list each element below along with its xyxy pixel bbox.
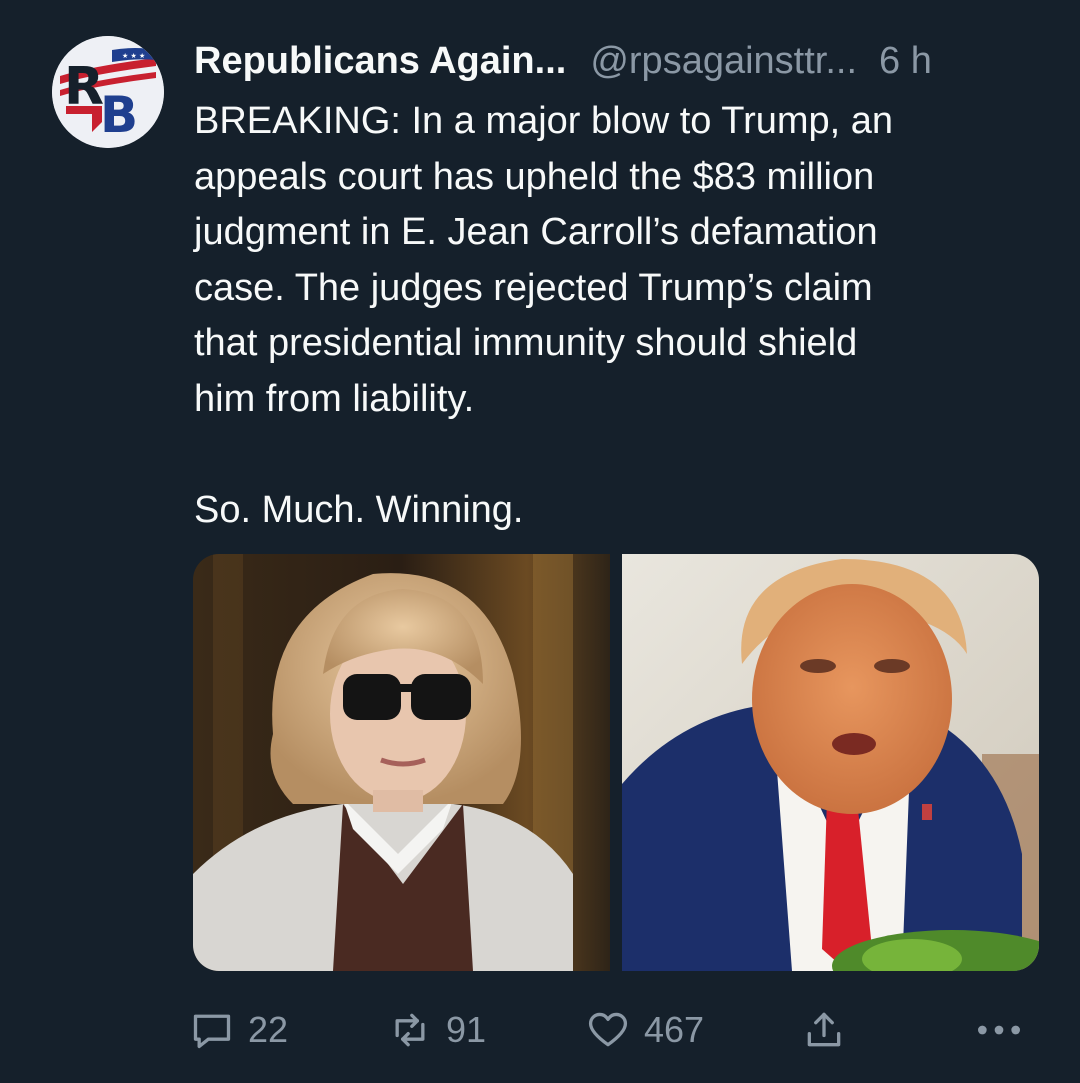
retweet-count: 91 [446, 1009, 487, 1050]
tweet[interactable]: ★ ★ ★ R B Republicans Again... @rpsagain… [0, 0, 1080, 1083]
media-grid [193, 554, 1039, 971]
tweet-header: Republicans Again... @rpsagainsttr... 6 … [194, 36, 1044, 86]
media-photo-1[interactable] [193, 554, 610, 971]
share-icon [807, 1012, 841, 1047]
reply-icon [193, 1014, 231, 1049]
more-icon [978, 1025, 1020, 1035]
tweet-timestamp[interactable]: 6 h [879, 40, 932, 83]
avatar[interactable]: ★ ★ ★ R B [52, 36, 164, 148]
like-button[interactable]: 467 [586, 1000, 704, 1060]
author-display-name[interactable]: Republicans Again... [194, 40, 566, 83]
retweet-icon [395, 1013, 425, 1047]
more-options-button[interactable] [974, 1000, 1024, 1060]
like-count: 467 [644, 1009, 705, 1050]
media-photo-2[interactable] [622, 554, 1039, 971]
share-button[interactable] [802, 1000, 846, 1060]
svg-text:★ ★ ★: ★ ★ ★ [122, 52, 145, 60]
photo-woman-sunglasses-icon [193, 554, 610, 971]
tweet-text: BREAKING: In a major blow to Trump, an a… [194, 100, 894, 531]
tweet-actions: 22 91 467 [190, 1000, 1030, 1060]
reply-count: 22 [248, 1009, 289, 1050]
photo-man-red-tie-icon [622, 554, 1039, 971]
reply-button[interactable]: 22 [190, 1000, 288, 1060]
retweet-button[interactable]: 91 [388, 1000, 486, 1060]
svg-text:B: B [100, 86, 138, 144]
avatar-logo-icon: ★ ★ ★ R B [52, 36, 164, 148]
author-handle[interactable]: @rpsagainsttr... [590, 40, 857, 83]
heart-icon [588, 1012, 628, 1047]
